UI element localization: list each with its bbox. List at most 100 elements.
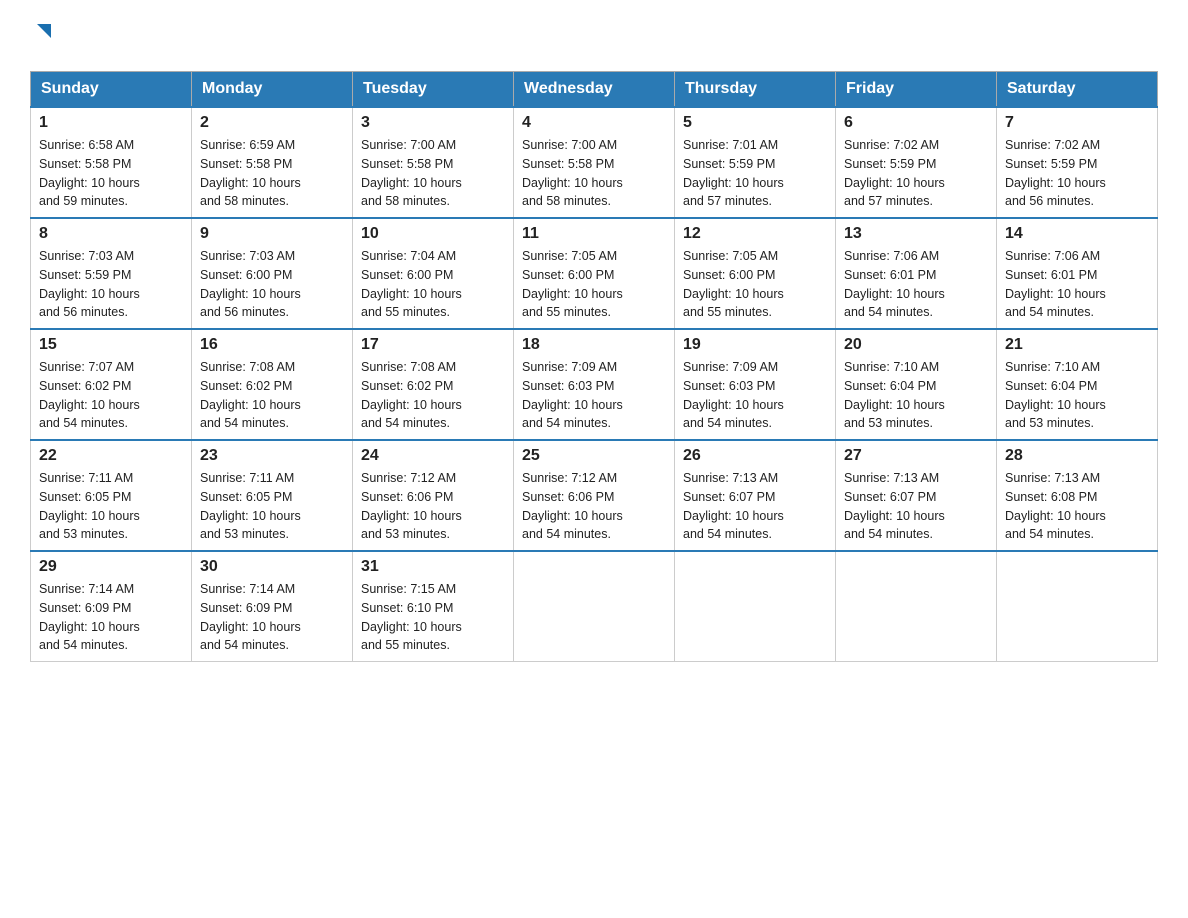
col-header-friday: Friday [836, 72, 997, 108]
calendar-cell: 4 Sunrise: 7:00 AM Sunset: 5:58 PM Dayli… [514, 107, 675, 218]
calendar-table: SundayMondayTuesdayWednesdayThursdayFrid… [30, 71, 1158, 662]
day-number: 17 [361, 336, 505, 354]
day-number: 27 [844, 447, 988, 465]
col-header-thursday: Thursday [675, 72, 836, 108]
calendar-week-row: 22 Sunrise: 7:11 AM Sunset: 6:05 PM Dayl… [31, 440, 1158, 551]
day-info: Sunrise: 7:02 AM Sunset: 5:59 PM Dayligh… [1005, 136, 1149, 211]
calendar-cell [997, 551, 1158, 662]
calendar-cell: 7 Sunrise: 7:02 AM Sunset: 5:59 PM Dayli… [997, 107, 1158, 218]
calendar-cell: 29 Sunrise: 7:14 AM Sunset: 6:09 PM Dayl… [31, 551, 192, 662]
calendar-cell: 8 Sunrise: 7:03 AM Sunset: 5:59 PM Dayli… [31, 218, 192, 329]
col-header-monday: Monday [192, 72, 353, 108]
calendar-cell: 28 Sunrise: 7:13 AM Sunset: 6:08 PM Dayl… [997, 440, 1158, 551]
day-number: 23 [200, 447, 344, 465]
calendar-cell: 21 Sunrise: 7:10 AM Sunset: 6:04 PM Dayl… [997, 329, 1158, 440]
calendar-week-row: 15 Sunrise: 7:07 AM Sunset: 6:02 PM Dayl… [31, 329, 1158, 440]
day-number: 21 [1005, 336, 1149, 354]
calendar-week-row: 8 Sunrise: 7:03 AM Sunset: 5:59 PM Dayli… [31, 218, 1158, 329]
day-number: 4 [522, 114, 666, 132]
calendar-cell: 13 Sunrise: 7:06 AM Sunset: 6:01 PM Dayl… [836, 218, 997, 329]
calendar-cell: 9 Sunrise: 7:03 AM Sunset: 6:00 PM Dayli… [192, 218, 353, 329]
col-header-saturday: Saturday [997, 72, 1158, 108]
day-info: Sunrise: 7:14 AM Sunset: 6:09 PM Dayligh… [200, 580, 344, 655]
calendar-cell: 17 Sunrise: 7:08 AM Sunset: 6:02 PM Dayl… [353, 329, 514, 440]
day-info: Sunrise: 7:12 AM Sunset: 6:06 PM Dayligh… [522, 469, 666, 544]
calendar-cell: 30 Sunrise: 7:14 AM Sunset: 6:09 PM Dayl… [192, 551, 353, 662]
calendar-cell: 20 Sunrise: 7:10 AM Sunset: 6:04 PM Dayl… [836, 329, 997, 440]
day-number: 20 [844, 336, 988, 354]
day-number: 13 [844, 225, 988, 243]
day-info: Sunrise: 7:00 AM Sunset: 5:58 PM Dayligh… [522, 136, 666, 211]
day-info: Sunrise: 7:01 AM Sunset: 5:59 PM Dayligh… [683, 136, 827, 211]
calendar-cell: 22 Sunrise: 7:11 AM Sunset: 6:05 PM Dayl… [31, 440, 192, 551]
calendar-cell: 3 Sunrise: 7:00 AM Sunset: 5:58 PM Dayli… [353, 107, 514, 218]
day-info: Sunrise: 7:04 AM Sunset: 6:00 PM Dayligh… [361, 247, 505, 322]
day-info: Sunrise: 6:58 AM Sunset: 5:58 PM Dayligh… [39, 136, 183, 211]
day-info: Sunrise: 7:06 AM Sunset: 6:01 PM Dayligh… [1005, 247, 1149, 322]
day-number: 9 [200, 225, 344, 243]
calendar-cell: 15 Sunrise: 7:07 AM Sunset: 6:02 PM Dayl… [31, 329, 192, 440]
day-info: Sunrise: 7:06 AM Sunset: 6:01 PM Dayligh… [844, 247, 988, 322]
logo [30, 20, 55, 51]
day-info: Sunrise: 7:09 AM Sunset: 6:03 PM Dayligh… [683, 358, 827, 433]
calendar-cell: 19 Sunrise: 7:09 AM Sunset: 6:03 PM Dayl… [675, 329, 836, 440]
calendar-cell: 6 Sunrise: 7:02 AM Sunset: 5:59 PM Dayli… [836, 107, 997, 218]
day-info: Sunrise: 7:14 AM Sunset: 6:09 PM Dayligh… [39, 580, 183, 655]
day-number: 11 [522, 225, 666, 243]
calendar-cell: 14 Sunrise: 7:06 AM Sunset: 6:01 PM Dayl… [997, 218, 1158, 329]
calendar-cell: 16 Sunrise: 7:08 AM Sunset: 6:02 PM Dayl… [192, 329, 353, 440]
day-info: Sunrise: 7:05 AM Sunset: 6:00 PM Dayligh… [522, 247, 666, 322]
calendar-cell [675, 551, 836, 662]
logo-arrow-icon [33, 20, 55, 47]
day-info: Sunrise: 7:05 AM Sunset: 6:00 PM Dayligh… [683, 247, 827, 322]
day-number: 2 [200, 114, 344, 132]
day-number: 30 [200, 558, 344, 576]
calendar-cell: 12 Sunrise: 7:05 AM Sunset: 6:00 PM Dayl… [675, 218, 836, 329]
day-number: 31 [361, 558, 505, 576]
day-number: 29 [39, 558, 183, 576]
calendar-cell: 25 Sunrise: 7:12 AM Sunset: 6:06 PM Dayl… [514, 440, 675, 551]
col-header-tuesday: Tuesday [353, 72, 514, 108]
calendar-cell [514, 551, 675, 662]
calendar-cell: 27 Sunrise: 7:13 AM Sunset: 6:07 PM Dayl… [836, 440, 997, 551]
day-number: 10 [361, 225, 505, 243]
col-header-sunday: Sunday [31, 72, 192, 108]
day-number: 1 [39, 114, 183, 132]
day-number: 26 [683, 447, 827, 465]
day-info: Sunrise: 6:59 AM Sunset: 5:58 PM Dayligh… [200, 136, 344, 211]
day-number: 24 [361, 447, 505, 465]
calendar-week-row: 29 Sunrise: 7:14 AM Sunset: 6:09 PM Dayl… [31, 551, 1158, 662]
day-number: 15 [39, 336, 183, 354]
day-info: Sunrise: 7:10 AM Sunset: 6:04 PM Dayligh… [844, 358, 988, 433]
day-number: 14 [1005, 225, 1149, 243]
day-info: Sunrise: 7:11 AM Sunset: 6:05 PM Dayligh… [200, 469, 344, 544]
calendar-cell: 24 Sunrise: 7:12 AM Sunset: 6:06 PM Dayl… [353, 440, 514, 551]
day-info: Sunrise: 7:11 AM Sunset: 6:05 PM Dayligh… [39, 469, 183, 544]
day-info: Sunrise: 7:13 AM Sunset: 6:07 PM Dayligh… [844, 469, 988, 544]
calendar-cell: 23 Sunrise: 7:11 AM Sunset: 6:05 PM Dayl… [192, 440, 353, 551]
day-number: 3 [361, 114, 505, 132]
calendar-week-row: 1 Sunrise: 6:58 AM Sunset: 5:58 PM Dayli… [31, 107, 1158, 218]
col-header-wednesday: Wednesday [514, 72, 675, 108]
day-info: Sunrise: 7:13 AM Sunset: 6:08 PM Dayligh… [1005, 469, 1149, 544]
day-info: Sunrise: 7:09 AM Sunset: 6:03 PM Dayligh… [522, 358, 666, 433]
day-number: 22 [39, 447, 183, 465]
day-info: Sunrise: 7:15 AM Sunset: 6:10 PM Dayligh… [361, 580, 505, 655]
day-info: Sunrise: 7:10 AM Sunset: 6:04 PM Dayligh… [1005, 358, 1149, 433]
day-number: 16 [200, 336, 344, 354]
day-info: Sunrise: 7:08 AM Sunset: 6:02 PM Dayligh… [200, 358, 344, 433]
day-number: 5 [683, 114, 827, 132]
calendar-cell [836, 551, 997, 662]
day-info: Sunrise: 7:13 AM Sunset: 6:07 PM Dayligh… [683, 469, 827, 544]
day-info: Sunrise: 7:07 AM Sunset: 6:02 PM Dayligh… [39, 358, 183, 433]
day-number: 28 [1005, 447, 1149, 465]
day-number: 7 [1005, 114, 1149, 132]
day-info: Sunrise: 7:03 AM Sunset: 5:59 PM Dayligh… [39, 247, 183, 322]
calendar-cell: 18 Sunrise: 7:09 AM Sunset: 6:03 PM Dayl… [514, 329, 675, 440]
day-number: 6 [844, 114, 988, 132]
calendar-cell: 26 Sunrise: 7:13 AM Sunset: 6:07 PM Dayl… [675, 440, 836, 551]
day-info: Sunrise: 7:08 AM Sunset: 6:02 PM Dayligh… [361, 358, 505, 433]
calendar-cell: 31 Sunrise: 7:15 AM Sunset: 6:10 PM Dayl… [353, 551, 514, 662]
calendar-cell: 11 Sunrise: 7:05 AM Sunset: 6:00 PM Dayl… [514, 218, 675, 329]
day-number: 25 [522, 447, 666, 465]
